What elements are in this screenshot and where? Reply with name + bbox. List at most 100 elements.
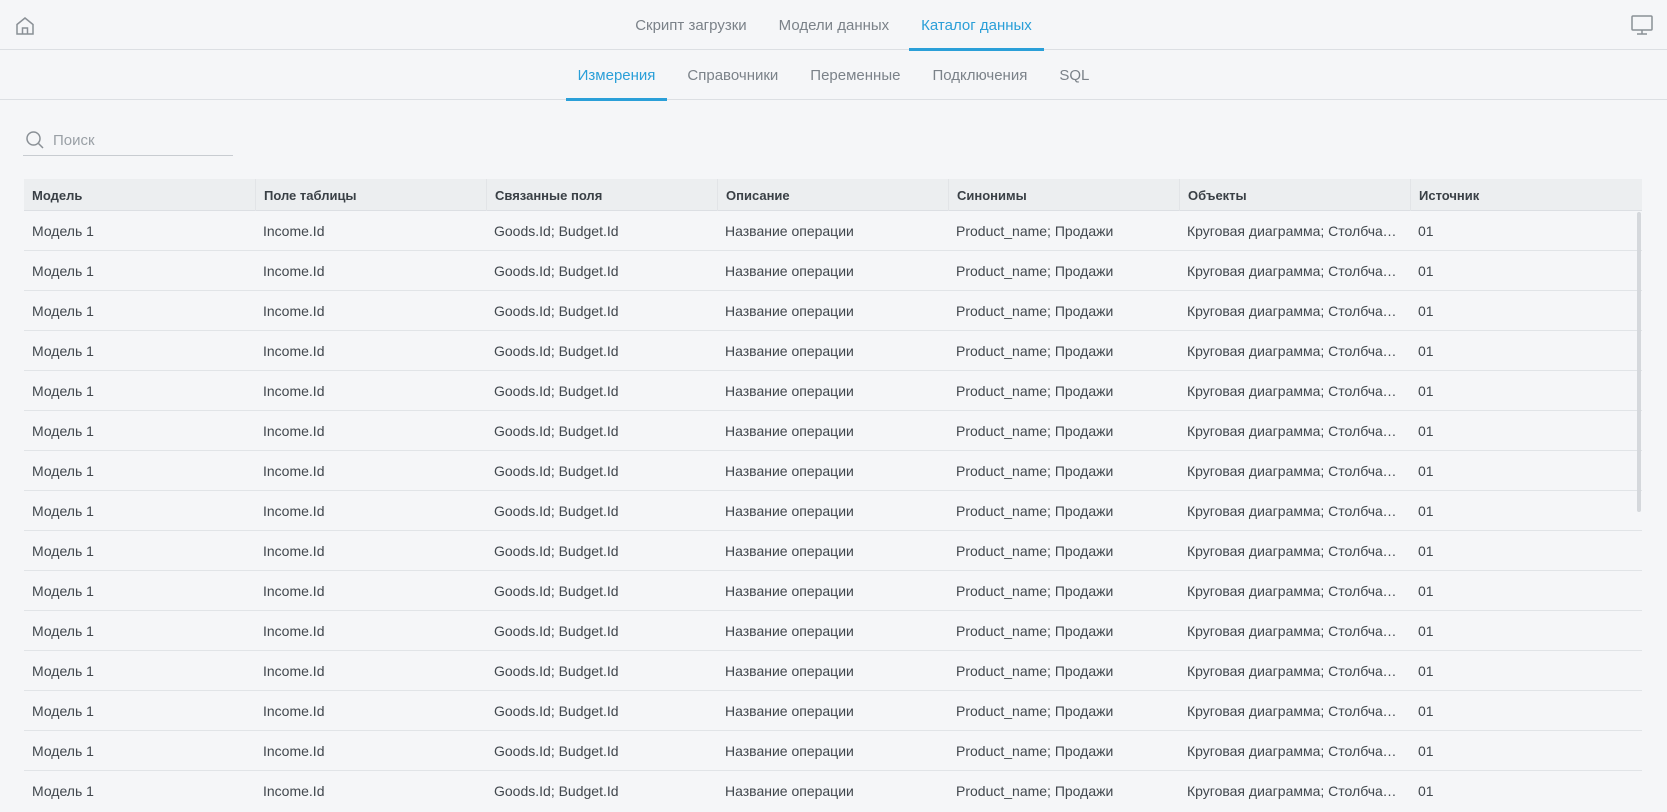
cell-table-field: Income.Id [255, 371, 486, 411]
table-row[interactable]: Модель 1 Income.Id Goods.Id; Budget.Id Назв… [24, 411, 1642, 451]
tab-label: Скрипт загрузки [635, 16, 747, 34]
table-row[interactable]: Модель 1 Income.Id Goods.Id; Budget.Id Назв… [24, 611, 1642, 651]
cell-synonyms: Product_name; Продажи [948, 331, 1179, 371]
cell-text: Goods.Id; Budget.Id [494, 743, 619, 759]
tab-data-catalog[interactable]: Каталог данных [909, 0, 1044, 51]
monitor-icon [1630, 14, 1654, 36]
cell-text: 01 [1418, 423, 1434, 439]
tab-connections[interactable]: Подключения [920, 50, 1039, 100]
column-header-synonyms[interactable]: Синонимы [948, 179, 1179, 211]
cell-model: Модель 1 [24, 491, 255, 531]
cell-objects: Круговая диаграмма; Столбчатая диаграмма [1179, 251, 1410, 291]
column-header-related-fields[interactable]: Связанные поля [486, 179, 717, 211]
table-row[interactable]: Модель 1 Income.Id Goods.Id; Budget.Id Назв… [24, 211, 1642, 251]
cell-description: Название операции [717, 291, 948, 331]
cell-text: 01 [1418, 743, 1434, 759]
cell-text: Название операции [725, 543, 854, 559]
cell-objects: Круговая диаграмма; Столбчатая диаграмма [1179, 451, 1410, 491]
cell-synonyms: Product_name; Продажи [948, 291, 1179, 331]
cell-text: Модель 1 [32, 303, 94, 319]
column-header-model[interactable]: Модель [24, 179, 255, 211]
cell-text: Goods.Id; Budget.Id [494, 423, 619, 439]
search-icon [25, 130, 45, 150]
cell-source: 01 [1410, 291, 1642, 331]
tab-reference-books[interactable]: Справочники [675, 50, 790, 100]
column-header-source[interactable]: Источник [1410, 179, 1642, 211]
cell-text: Круговая диаграмма; Столбчатая диаграмма [1187, 583, 1410, 599]
cell-text: Income.Id [263, 223, 325, 239]
tab-variables[interactable]: Переменные [798, 50, 912, 100]
scrollbar-thumb[interactable] [1637, 212, 1641, 512]
tab-load-script[interactable]: Скрипт загрузки [623, 0, 758, 50]
cell-text: Название операции [725, 263, 854, 279]
tab-sql[interactable]: SQL [1047, 50, 1101, 100]
tab-label: Справочники [687, 66, 779, 84]
cell-text: Product_name; Продажи [956, 783, 1114, 799]
column-header-description[interactable]: Описание [717, 179, 948, 211]
cell-text: Название операции [725, 663, 854, 679]
cell-table-field: Income.Id [255, 611, 486, 651]
cell-table-field: Income.Id [255, 651, 486, 691]
table-row[interactable]: Модель 1 Income.Id Goods.Id; Budget.Id Назв… [24, 531, 1642, 571]
cell-model: Модель 1 [24, 251, 255, 291]
cell-text: 01 [1418, 383, 1434, 399]
table-row[interactable]: Модель 1 Income.Id Goods.Id; Budget.Id Назв… [24, 691, 1642, 731]
cell-synonyms: Product_name; Продажи [948, 251, 1179, 291]
column-header-table-field[interactable]: Поле таблицы [255, 179, 486, 211]
cell-text: Круговая диаграмма; Столбчатая диаграмма [1187, 703, 1410, 719]
search-box [23, 125, 233, 156]
cell-text: Модель 1 [32, 383, 94, 399]
cell-text: Круговая диаграмма; Столбчатая диаграмма [1187, 263, 1410, 279]
table-row[interactable]: Модель 1 Income.Id Goods.Id; Budget.Id Назв… [24, 251, 1642, 291]
table-body: Модель 1 Income.Id Goods.Id; Budget.Id Назв… [24, 211, 1642, 809]
cell-related-fields: Goods.Id; Budget.Id [486, 371, 717, 411]
cell-table-field: Income.Id [255, 531, 486, 571]
table-row[interactable]: Модель 1 Income.Id Goods.Id; Budget.Id Назв… [24, 331, 1642, 371]
tab-data-models[interactable]: Модели данных [767, 0, 902, 50]
table-row[interactable]: Модель 1 Income.Id Goods.Id; Budget.Id Назв… [24, 651, 1642, 691]
cell-text: Модель 1 [32, 543, 94, 559]
column-header-objects[interactable]: Объекты [1179, 179, 1410, 211]
cell-related-fields: Goods.Id; Budget.Id [486, 571, 717, 611]
table-row[interactable]: Модель 1 Income.Id Goods.Id; Budget.Id Назв… [24, 771, 1642, 809]
table-row[interactable]: Модель 1 Income.Id Goods.Id; Budget.Id Назв… [24, 571, 1642, 611]
cell-synonyms: Product_name; Продажи [948, 491, 1179, 531]
cell-objects: Круговая диаграмма; Столбчатая диаграмма [1179, 531, 1410, 571]
cell-text: Модель 1 [32, 463, 94, 479]
cell-text: 01 [1418, 663, 1434, 679]
cell-model: Модель 1 [24, 531, 255, 571]
cell-text: Goods.Id; Budget.Id [494, 463, 619, 479]
table-row[interactable]: Модель 1 Income.Id Goods.Id; Budget.Id Назв… [24, 371, 1642, 411]
tab-dimensions[interactable]: Измерения [565, 50, 668, 101]
table-row[interactable]: Модель 1 Income.Id Goods.Id; Budget.Id Назв… [24, 491, 1642, 531]
monitor-button[interactable] [1629, 13, 1655, 37]
cell-objects: Круговая диаграмма; Столбчатая диаграмма [1179, 651, 1410, 691]
table-row[interactable]: Модель 1 Income.Id Goods.Id; Budget.Id Назв… [24, 451, 1642, 491]
cell-text: Модель 1 [32, 263, 94, 279]
cell-objects: Круговая диаграмма; Столбчатая диаграмма [1179, 611, 1410, 651]
cell-table-field: Income.Id [255, 251, 486, 291]
cell-text: Название операции [725, 223, 854, 239]
cell-related-fields: Goods.Id; Budget.Id [486, 291, 717, 331]
cell-synonyms: Product_name; Продажи [948, 771, 1179, 809]
cell-text: Модель 1 [32, 743, 94, 759]
cell-text: Название операции [725, 343, 854, 359]
cell-text: Круговая диаграмма; Столбчатая диаграмма [1187, 623, 1410, 639]
cell-related-fields: Goods.Id; Budget.Id [486, 491, 717, 531]
cell-text: Круговая диаграмма; Столбчатая диаграмма [1187, 783, 1410, 799]
cell-source: 01 [1410, 731, 1642, 771]
table-scrollbar[interactable] [1637, 212, 1642, 812]
table-row[interactable]: Модель 1 Income.Id Goods.Id; Budget.Id Назв… [24, 291, 1642, 331]
table-row[interactable]: Модель 1 Income.Id Goods.Id; Budget.Id Назв… [24, 731, 1642, 771]
cell-text: Income.Id [263, 263, 325, 279]
top-navigation-bar: Скрипт загрузки Модели данных Каталог да… [0, 0, 1667, 51]
cell-source: 01 [1410, 651, 1642, 691]
cell-text: Модель 1 [32, 223, 94, 239]
cell-text: 01 [1418, 463, 1434, 479]
cell-text: Модель 1 [32, 503, 94, 519]
cell-text: Название операции [725, 703, 854, 719]
cell-text: 01 [1418, 343, 1434, 359]
search-input[interactable] [53, 131, 223, 149]
cell-text: Goods.Id; Budget.Id [494, 503, 619, 519]
cell-text: Product_name; Продажи [956, 263, 1114, 279]
